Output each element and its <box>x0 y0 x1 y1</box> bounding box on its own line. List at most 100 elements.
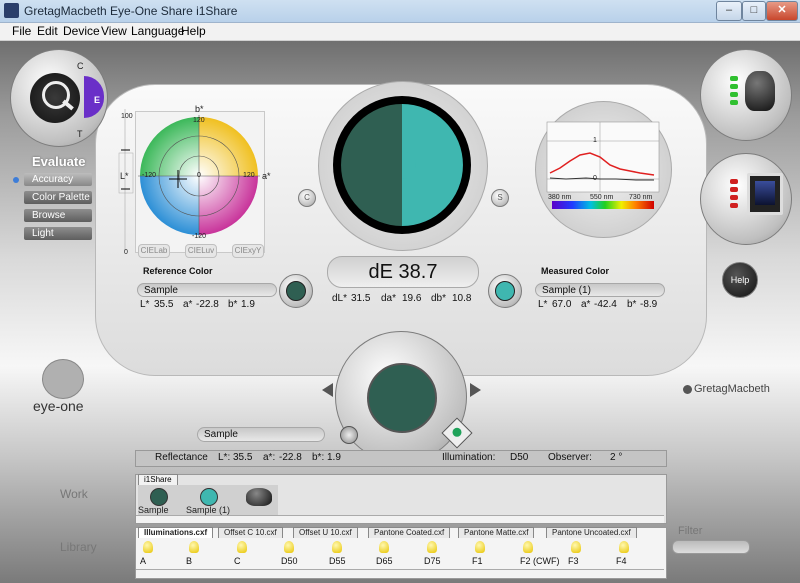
menu-bar: File Edit Device View Language Help <box>0 23 800 41</box>
light-bulb-icon[interactable] <box>237 541 247 553</box>
reference-b-label: b* <box>228 299 238 310</box>
previous-arrow-icon[interactable] <box>322 383 333 397</box>
library-tabs: Illuminations.cxf Offset C 10.cxf Offset… <box>136 527 664 538</box>
menu-file[interactable]: File <box>12 24 31 38</box>
menu-help[interactable]: Help <box>181 24 206 38</box>
wheel-l-axis-label: L* <box>120 171 129 181</box>
light-bulb-icon[interactable] <box>189 541 199 553</box>
cieluv-button[interactable]: CIELuv <box>185 244 217 258</box>
reference-l-label: L* <box>140 299 150 310</box>
filter-input[interactable] <box>672 540 750 554</box>
light-bulb-label: B <box>186 556 193 566</box>
sidebar-item-light[interactable]: Light <box>24 227 92 240</box>
mode-e-label[interactable]: E <box>94 95 100 105</box>
wheel-b-axis-label: b* <box>195 104 204 114</box>
menu-language[interactable]: Language <box>131 24 184 38</box>
wheel-tick-right: 120 <box>243 172 255 179</box>
measured-name-field[interactable]: Sample (1) <box>535 283 665 297</box>
light-bulb-label: F3 <box>568 556 579 566</box>
spectrum-tick-380: 380 nm <box>548 194 572 201</box>
wheel-tick-left: -120 <box>142 172 157 179</box>
spectrum-tick-730: 730 nm <box>629 194 653 201</box>
work-item-sample1-label: Sample (1) <box>186 505 231 515</box>
library-tab-offset-u[interactable]: Offset U 10.cxf <box>293 527 358 538</box>
library-tab-pantone-coated[interactable]: Pantone Coated.cxf <box>368 527 451 538</box>
selected-bullet-icon <box>13 177 19 183</box>
compare-left-button[interactable]: C <box>298 189 316 207</box>
gretagmacbeth-logo-icon <box>683 385 692 394</box>
light-bulb-label: D50 <box>281 556 298 566</box>
sidebar-item-accuracy[interactable]: Accuracy <box>24 173 92 186</box>
maximize-button[interactable]: □ <box>742 1 766 21</box>
measured-l-value: 67.0 <box>552 299 572 310</box>
light-bulb-icon[interactable] <box>379 541 389 553</box>
compare-right-button[interactable]: S <box>491 189 509 207</box>
close-button[interactable]: ✕ <box>766 1 798 21</box>
light-bulb-label: C <box>234 556 241 566</box>
measured-b-label: b* <box>627 299 637 310</box>
minimize-button[interactable]: – <box>716 1 742 21</box>
work-swatch-sample[interactable] <box>150 488 168 506</box>
library-tab-pantone-uncoated[interactable]: Pantone Uncoated.cxf <box>546 527 637 538</box>
status-illumination-label: Illumination: <box>442 452 496 463</box>
mode-t-label[interactable]: T <box>77 129 83 139</box>
wheel-tick-bottom: -120 <box>192 233 207 240</box>
light-bulb-icon[interactable] <box>619 541 629 553</box>
gretagmacbeth-brand: GretagMacbeth <box>694 383 770 395</box>
cielab-button[interactable]: CIELab <box>138 244 170 258</box>
measured-b-value: -8.9 <box>640 299 658 310</box>
status-observer-label: Observer: <box>548 452 592 463</box>
wheel-a-axis-label: a* <box>262 171 271 181</box>
sidebar-item-browse[interactable]: Browse <box>24 209 92 222</box>
device-thumbnail-icon[interactable] <box>246 488 272 506</box>
title-bar: GretagMacbeth Eye-One Share i1Share – □ … <box>0 0 800 23</box>
monitor-icon <box>747 173 783 215</box>
search-icon[interactable] <box>340 426 358 444</box>
sample-name-field[interactable]: Sample <box>197 427 325 442</box>
db-label: db* <box>431 293 447 304</box>
work-item-sample-label: Sample <box>138 505 169 515</box>
light-bulb-icon[interactable] <box>332 541 342 553</box>
status-b-label: b*: <box>312 452 325 463</box>
ciexyy-button[interactable]: CIExyY <box>232 244 264 258</box>
device-status-leds <box>730 73 740 113</box>
work-scrollbar[interactable] <box>136 515 664 523</box>
library-tab-offset-c[interactable]: Offset C 10.cxf <box>218 527 283 538</box>
next-arrow-icon[interactable] <box>470 383 481 397</box>
library-tab-illuminations[interactable]: Illuminations.cxf <box>138 527 214 538</box>
measured-swatch[interactable] <box>495 281 515 301</box>
spectrum-graph <box>546 121 660 209</box>
light-bulb-icon[interactable] <box>571 541 581 553</box>
menu-device[interactable]: Device <box>63 24 100 38</box>
status-illumination-value: D50 <box>510 452 529 463</box>
reference-name-field[interactable]: Sample <box>137 283 277 297</box>
work-swatch-sample-1[interactable] <box>200 488 218 506</box>
filter-label: Filter <box>678 525 703 537</box>
work-label: Work <box>60 487 88 501</box>
light-bulb-icon[interactable] <box>523 541 533 553</box>
reference-b-value: 1.9 <box>241 299 255 310</box>
l-scale-bottom: 0 <box>124 249 128 256</box>
status-observer-value: 2 ° <box>610 452 623 463</box>
library-tab-pantone-matte[interactable]: Pantone Matte.cxf <box>458 527 535 538</box>
library-scrollbar[interactable] <box>136 569 664 577</box>
menu-edit[interactable]: Edit <box>37 24 58 38</box>
measured-heading: Measured Color <box>541 266 610 276</box>
menu-view[interactable]: View <box>101 24 127 38</box>
help-button[interactable]: Help <box>722 262 758 298</box>
light-bulb-label: F4 <box>616 556 627 566</box>
measured-l-label: L* <box>538 299 548 310</box>
dl-value: 31.5 <box>351 293 371 304</box>
light-bulb-icon[interactable] <box>475 541 485 553</box>
light-bulb-icon[interactable] <box>143 541 153 553</box>
mode-c-label[interactable]: C <box>77 61 84 71</box>
spectrum-top-tick: 1 <box>593 137 597 144</box>
light-bulb-icon[interactable] <box>284 541 294 553</box>
library-bulbs: A B C D50 D55 D65 D75 F1 F2 (CWF) F3 F4 <box>136 539 664 569</box>
sidebar-item-color-palette[interactable]: Color Palette <box>24 191 92 204</box>
light-bulb-icon[interactable] <box>427 541 437 553</box>
light-bulb-label: A <box>140 556 147 566</box>
light-bulb-label: F1 <box>472 556 483 566</box>
monitor-status-leds <box>730 176 740 216</box>
reference-swatch[interactable] <box>286 281 306 301</box>
